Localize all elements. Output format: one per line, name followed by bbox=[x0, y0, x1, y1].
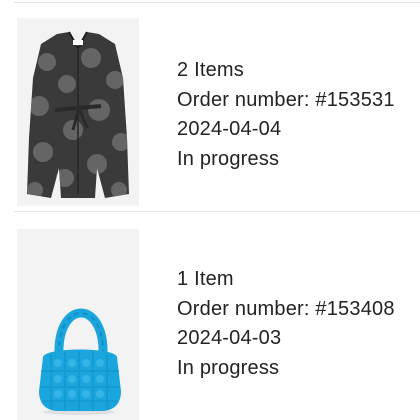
order-status: In progress bbox=[177, 356, 280, 379]
order-date: 2024-04-03 bbox=[177, 327, 282, 349]
order-item-count: 2 Items bbox=[177, 59, 244, 81]
order-row[interactable]: 1 Item Order number: #153408 2024-04-03 … bbox=[0, 229, 420, 420]
bag-image bbox=[17, 229, 139, 420]
coat-image bbox=[17, 18, 139, 206]
order-item-count: 1 Item bbox=[177, 268, 234, 290]
order-number: Order number: #153408 bbox=[177, 297, 395, 320]
order-info: 2 Items Order number: #153531 2024-04-04… bbox=[177, 56, 420, 174]
orders-page: 2 Items Order number: #153531 2024-04-04… bbox=[0, 0, 420, 420]
product-image bbox=[17, 18, 139, 206]
product-image bbox=[17, 229, 139, 420]
order-status: In progress bbox=[177, 147, 280, 170]
divider bbox=[14, 211, 420, 212]
order-info: 1 Item Order number: #153408 2024-04-03 … bbox=[177, 265, 420, 383]
order-row[interactable]: 2 Items Order number: #153531 2024-04-04… bbox=[0, 18, 420, 208]
order-date: 2024-04-04 bbox=[177, 118, 282, 140]
order-number: Order number: #153531 bbox=[177, 88, 395, 111]
divider bbox=[14, 2, 420, 3]
